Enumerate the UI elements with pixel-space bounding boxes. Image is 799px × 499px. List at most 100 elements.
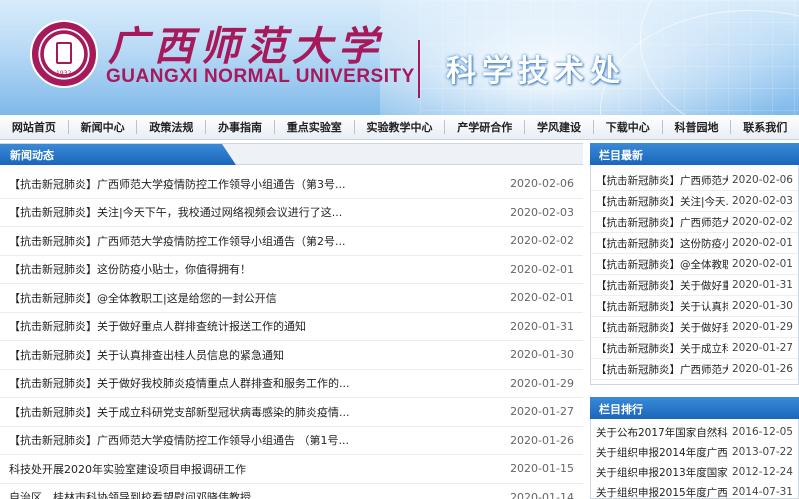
news-item-title[interactable]: 【抗击新冠肺炎】@全体教职工|这是给您的一封公开信 [9, 290, 502, 306]
news-item-title[interactable]: 【抗击新冠肺炎】广西师范大学疫情防控工作领导小组通告 （第1号... [9, 432, 502, 448]
news-item-date: 2020-02-01 [510, 291, 574, 305]
ranking-section-header: 栏目排行 [590, 397, 799, 419]
nav-item[interactable]: 联系我们 [731, 115, 799, 140]
news-item-title[interactable]: 【抗击新冠肺炎】广西师范大学疫情防控工作领导小组通告（第2号... [9, 233, 502, 249]
department-title: 科学技术处 [446, 54, 626, 89]
latest-item-title[interactable]: 【抗击新冠肺炎】这份防疫小... [596, 236, 728, 251]
news-list: 【抗击新冠肺炎】广西师范大学疫情防控工作领导小组通告（第3号... 2020-02… [0, 170, 583, 499]
news-item-date: 2020-01-26 [510, 433, 574, 447]
ranking-item-date: 2014-07-31 [731, 486, 793, 498]
news-item[interactable]: 【抗击新冠肺炎】广西师范大学疫情防控工作领导小组通告（第3号... 2020-02… [0, 170, 583, 199]
university-name-en[interactable]: GUANGXI NORMAL UNIVERSITY [106, 66, 415, 88]
ranking-item-title[interactable]: 关于公布2017年国家自然科学... [596, 425, 728, 440]
news-section-bar: 新闻动态 [0, 143, 583, 165]
latest-item-date: 2020-02-02 [731, 216, 793, 228]
latest-item-title[interactable]: 【抗击新冠肺炎】广西师范大... [596, 215, 728, 230]
latest-item[interactable]: 【抗击新冠肺炎】广西师范大... 2020-02-02 [591, 212, 798, 233]
news-item-title[interactable]: 【抗击新冠肺炎】关于认真排查出桂人员信息的紧急通知 [9, 347, 502, 363]
latest-item-title[interactable]: 【抗击新冠肺炎】关于做好我... [596, 320, 728, 335]
latest-item-title[interactable]: 【抗击新冠肺炎】广西师范大... [596, 362, 728, 377]
header-divider [418, 40, 420, 98]
news-item-title[interactable]: 【抗击新冠肺炎】广西师范大学疫情防控工作领导小组通告（第3号... [9, 176, 502, 192]
news-item-date: 2020-01-15 [510, 462, 574, 476]
latest-item[interactable]: 【抗击新冠肺炎】关注|今天... 2020-02-03 [591, 191, 798, 212]
news-item[interactable]: 【抗击新冠肺炎】这份防疫小贴士，你值得拥有！ 2020-02-01 [0, 256, 583, 284]
news-item-title[interactable]: 【抗击新冠肺炎】关于做好我校肺炎疫情重点人群排查和服务工作的... [9, 375, 502, 391]
ranking-section-title: 栏目排行 [599, 403, 643, 416]
nav-item[interactable]: 产学研合作 [445, 115, 524, 140]
news-item-title[interactable]: 科技处开展2020年实验室建设项目申报调研工作 [9, 461, 502, 477]
nav-item[interactable]: 网站首页 [0, 115, 68, 140]
university-seal-logo[interactable]: 1932 [30, 20, 98, 88]
latest-item-title[interactable]: 【抗击新冠肺炎】关于认真排... [596, 299, 728, 314]
news-item-title[interactable]: 【抗击新冠肺炎】这份防疫小贴士，你值得拥有！ [9, 261, 502, 277]
news-section-title: 新闻动态 [10, 149, 54, 162]
latest-item[interactable]: 【抗击新冠肺炎】广西师范大... 2020-01-26 [591, 359, 798, 380]
news-section-tab[interactable]: 新闻动态 [0, 144, 236, 165]
latest-item-title[interactable]: 【抗击新冠肺炎】广西师范大... [596, 173, 728, 188]
main-nav: 网站首页 新闻中心 政策法规 办事指南 重点实验室 实验教学中心 产学研合作 学风建设 下载中心… [0, 115, 799, 140]
nav-item[interactable]: 下载中心 [594, 115, 662, 140]
site-header: 1932 广西师范大学 GUANGXI NORMAL UNIVERSITY 科学… [0, 0, 799, 115]
news-panel: 新闻动态 【抗击新冠肺炎】广西师范大学疫情防控工作领导小组通告（第3号... 20… [0, 143, 583, 499]
latest-item-title[interactable]: 【抗击新冠肺炎】@全体教职... [596, 257, 728, 272]
latest-section-header: 栏目最新 [590, 143, 799, 165]
latest-item-title[interactable]: 【抗击新冠肺炎】关于成立科... [596, 341, 728, 356]
news-item[interactable]: 【抗击新冠肺炎】关于做好重点人群排查统计报送工作的通知 2020-01-31 [0, 313, 583, 341]
nav-item[interactable]: 学风建设 [525, 115, 593, 140]
ranking-item-title[interactable]: 关于组织申报2015年度广西高... [596, 485, 728, 499]
news-item[interactable]: 【抗击新冠肺炎】@全体教职工|这是给您的一封公开信 2020-02-01 [0, 284, 583, 313]
ranking-item[interactable]: 关于组织申报2015年度广西高...2014-07-31 [591, 482, 798, 499]
ranking-item-date: 2012-12-24 [731, 466, 793, 478]
ranking-item[interactable]: 关于组织申报2013年度国家自...2012-12-24 [591, 462, 798, 482]
ranking-item-title[interactable]: 关于组织申报2013年度国家自... [596, 465, 728, 480]
news-item-date: 2020-02-06 [510, 177, 574, 191]
ranking-item-date: 2016-12-05 [731, 426, 793, 438]
news-item[interactable]: 【抗击新冠肺炎】广西师范大学疫情防控工作领导小组通告（第2号... 2020-02… [0, 227, 583, 256]
ranking-list: 关于公布2017年国家自然科学...2016-12-05关于组织申报2014年度… [590, 419, 799, 499]
ranking-item[interactable]: 关于公布2017年国家自然科学...2016-12-05 [591, 422, 798, 442]
latest-item[interactable]: 【抗击新冠肺炎】关于成立科... 2020-01-27 [591, 338, 798, 359]
latest-item-title[interactable]: 【抗击新冠肺炎】关于做好重... [596, 278, 728, 293]
latest-section-title: 栏目最新 [599, 149, 643, 162]
latest-item-date: 2020-02-03 [731, 195, 793, 207]
ranking-item[interactable]: 关于组织申报2014年度广西高...2013-07-22 [591, 442, 798, 462]
nav-item[interactable]: 实验教学中心 [355, 115, 445, 140]
news-item-date: 2020-01-30 [510, 348, 574, 362]
news-item-title[interactable]: 自治区、桂林市科协领导到校看望慰问邓晓伟教授 [9, 489, 502, 499]
latest-item[interactable]: 【抗击新冠肺炎】关于做好重... 2020-01-31 [591, 275, 798, 296]
news-item-date: 2020-02-01 [510, 262, 574, 276]
news-item[interactable]: 【抗击新冠肺炎】关于认真排查出桂人员信息的紧急通知 2020-01-30 [0, 341, 583, 370]
news-item[interactable]: 【抗击新冠肺炎】广西师范大学疫情防控工作领导小组通告 （第1号... 2020-0… [0, 427, 583, 455]
nav-item[interactable]: 科普园地 [663, 115, 731, 140]
news-item-title[interactable]: 【抗击新冠肺炎】关于成立科研党支部新型冠状病毒感染的肺炎疫情... [9, 404, 502, 420]
nav-item[interactable]: 新闻中心 [69, 115, 137, 140]
news-item[interactable]: 科技处开展2020年实验室建设项目申报调研工作 2020-01-15 [0, 455, 583, 484]
latest-item[interactable]: 【抗击新冠肺炎】关于认真排... 2020-01-30 [591, 296, 798, 317]
seal-year: 1932 [56, 70, 72, 77]
news-item-date: 2020-01-29 [510, 376, 574, 390]
latest-item[interactable]: 【抗击新冠肺炎】广西师范大... 2020-02-06 [591, 170, 798, 191]
latest-item-title[interactable]: 【抗击新冠肺炎】关注|今天... [596, 194, 728, 209]
nav-item[interactable]: 重点实验室 [275, 115, 354, 140]
university-name-cn[interactable]: 广西师范大学 [108, 14, 384, 72]
latest-item-date: 2020-01-30 [731, 300, 793, 312]
news-item[interactable]: 自治区、桂林市科协领导到校看望慰问邓晓伟教授 2020-01-14 [0, 484, 583, 499]
latest-item-date: 2020-02-01 [731, 237, 793, 249]
ranking-item-title[interactable]: 关于组织申报2014年度广西高... [596, 445, 728, 460]
latest-item-date: 2020-02-01 [731, 258, 793, 270]
news-item[interactable]: 【抗击新冠肺炎】关于做好我校肺炎疫情重点人群排查和服务工作的... 2020-01… [0, 370, 583, 398]
latest-item-date: 2020-01-31 [731, 279, 793, 291]
news-item[interactable]: 【抗击新冠肺炎】关注|今天下午，我校通过网络视频会议进行了这... 2020-02… [0, 199, 583, 227]
latest-item[interactable]: 【抗击新冠肺炎】@全体教职... 2020-02-01 [591, 254, 798, 275]
latest-item-date: 2020-01-27 [731, 342, 793, 354]
latest-item[interactable]: 【抗击新冠肺炎】关于做好我... 2020-01-29 [591, 317, 798, 338]
latest-item-date: 2020-01-26 [731, 363, 793, 375]
latest-item[interactable]: 【抗击新冠肺炎】这份防疫小... 2020-02-01 [591, 233, 798, 254]
nav-item[interactable]: 办事指南 [206, 115, 274, 140]
news-item-date: 2020-01-14 [510, 490, 574, 499]
news-item-title[interactable]: 【抗击新冠肺炎】关于做好重点人群排查统计报送工作的通知 [9, 318, 502, 334]
nav-item[interactable]: 政策法规 [137, 115, 205, 140]
news-item[interactable]: 【抗击新冠肺炎】关于成立科研党支部新型冠状病毒感染的肺炎疫情... 2020-01… [0, 398, 583, 427]
news-item-title[interactable]: 【抗击新冠肺炎】关注|今天下午，我校通过网络视频会议进行了这... [9, 204, 502, 220]
